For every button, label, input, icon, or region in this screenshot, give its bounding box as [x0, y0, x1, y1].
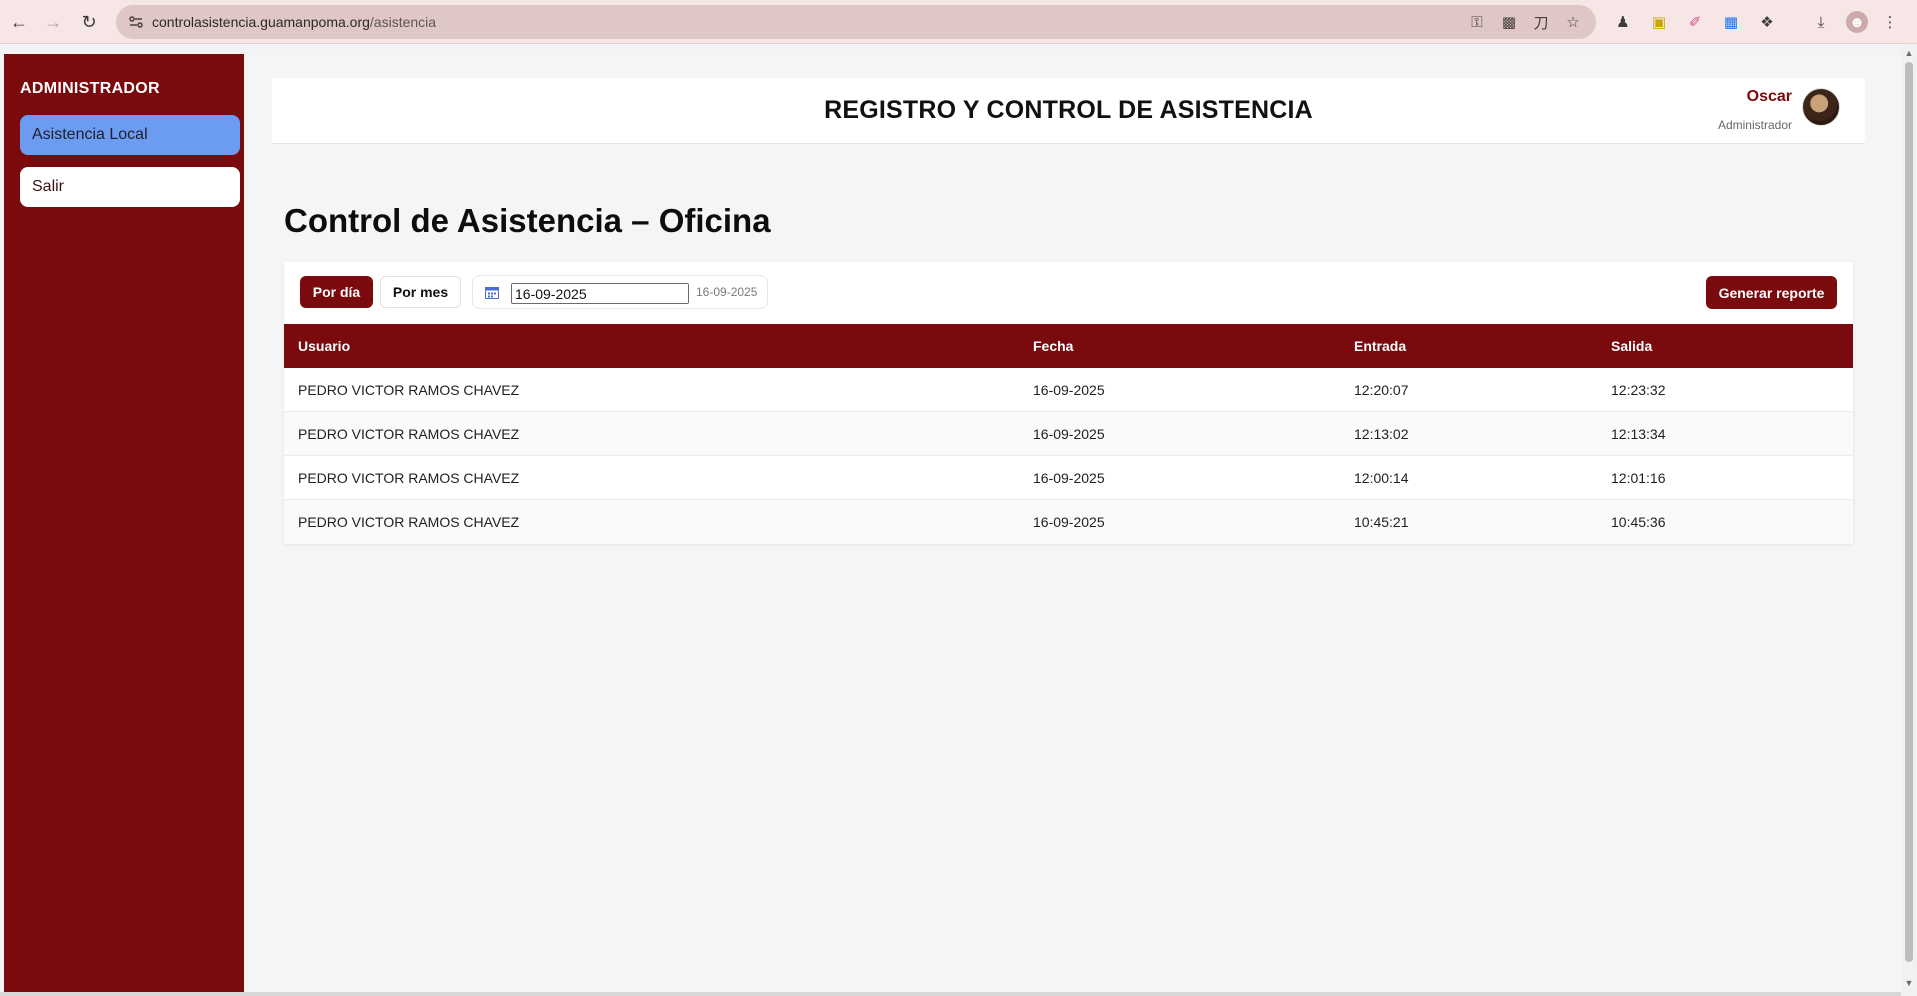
forward-icon[interactable]: →: [40, 9, 66, 35]
column-header-fecha: Fecha: [1033, 338, 1074, 354]
star-icon[interactable]: ☆: [1564, 13, 1582, 31]
url-text[interactable]: controlasistencia.guamanpoma.org/asisten…: [152, 14, 436, 30]
generar-reporte-button[interactable]: Generar reporte: [1706, 276, 1837, 309]
date-hint: 16-09-2025: [696, 285, 758, 299]
user-role: Administrador: [1717, 118, 1792, 132]
sidebar-item-asistencia-local[interactable]: Asistencia Local: [20, 115, 240, 155]
cell-entrada: 10:45:21: [1354, 514, 1409, 530]
back-icon[interactable]: ←: [6, 9, 32, 35]
sidebar-item-label: Asistencia Local: [32, 126, 148, 143]
table-header: Usuario Fecha Entrada Salida: [284, 324, 1853, 368]
scroll-down-icon[interactable]: ▼: [1904, 978, 1914, 988]
key-icon[interactable]: ⚿: [1468, 13, 1486, 31]
cell-entrada: 12:00:14: [1354, 470, 1409, 486]
cell-salida: 12:01:16: [1611, 470, 1666, 486]
table-row: PEDRO VICTOR RAMOS CHAVEZ 16-09-2025 12:…: [284, 412, 1853, 456]
cell-salida: 12:13:34: [1611, 426, 1666, 442]
browser-toolbar: ← → ↻ controlasistencia.guamanpoma.org/a…: [0, 0, 1917, 44]
por-dia-button[interactable]: Por día: [300, 276, 373, 308]
horizontal-scrollbar: [0, 992, 1901, 996]
reload-icon[interactable]: ↻: [76, 9, 102, 35]
calendar-icon: [485, 287, 499, 299]
page-title: Control de Asistencia – Oficina: [284, 202, 771, 239]
extension-2-icon[interactable]: ▣: [1648, 11, 1670, 33]
column-header-entrada: Entrada: [1354, 338, 1407, 354]
table-row: PEDRO VICTOR RAMOS CHAVEZ 16-09-2025 12:…: [284, 368, 1853, 412]
downloads-icon[interactable]: ⤓: [1810, 11, 1832, 33]
install-icon[interactable]: ▩: [1500, 13, 1518, 31]
translate-icon[interactable]: 刀: [1532, 13, 1550, 32]
attendance-card: Por día Por mes 16-09-2025 Generar repor…: [284, 262, 1853, 544]
cell-fecha: 16-09-2025: [1033, 470, 1105, 486]
extension-1-icon[interactable]: ♟: [1612, 11, 1634, 33]
sidebar: ADMINISTRADOR Asistencia Local Salir: [4, 54, 244, 992]
cell-fecha: 16-09-2025: [1033, 382, 1105, 398]
user-name[interactable]: Oscar: [1747, 88, 1792, 106]
app-title: REGISTRO Y CONTROL DE ASISTENCIA: [824, 96, 1313, 124]
cell-fecha: 16-09-2025: [1033, 514, 1105, 530]
header: REGISTRO Y CONTROL DE ASISTENCIA Oscar A…: [272, 78, 1865, 144]
extensions-icon[interactable]: ❖: [1756, 11, 1778, 33]
cell-salida: 10:45:36: [1611, 514, 1666, 530]
cell-usuario: PEDRO VICTOR RAMOS CHAVEZ: [298, 514, 520, 530]
sidebar-item-label: Salir: [32, 178, 65, 195]
scrollbar-thumb[interactable]: [1905, 62, 1913, 962]
url-domain: controlasistencia.guamanpoma.org: [152, 14, 370, 30]
date-input[interactable]: [511, 283, 689, 304]
menu-icon[interactable]: ⋮: [1882, 11, 1898, 33]
filter-toolbar: Por día Por mes 16-09-2025 Generar repor…: [284, 262, 1853, 324]
url-path: /asistencia: [369, 14, 437, 30]
scroll-up-icon[interactable]: ▲: [1904, 48, 1914, 58]
extension-3-icon[interactable]: ✐: [1684, 11, 1706, 33]
date-filter: 16-09-2025: [472, 275, 768, 309]
cell-usuario: PEDRO VICTOR RAMOS CHAVEZ: [298, 426, 520, 442]
extension-4-icon[interactable]: ▦: [1720, 11, 1742, 33]
cell-fecha: 16-09-2025: [1033, 426, 1105, 442]
cell-entrada: 12:20:07: [1354, 382, 1409, 398]
address-bar[interactable]: controlasistencia.guamanpoma.org/asisten…: [116, 5, 1596, 39]
cell-entrada: 12:13:02: [1354, 426, 1409, 442]
table-row: PEDRO VICTOR RAMOS CHAVEZ 16-09-2025 12:…: [284, 456, 1853, 500]
main-content: REGISTRO Y CONTROL DE ASISTENCIA Oscar A…: [244, 54, 1901, 992]
vertical-scrollbar[interactable]: ▲ ▼: [1901, 44, 1917, 996]
por-mes-button[interactable]: Por mes: [380, 276, 461, 308]
column-header-salida: Salida: [1611, 338, 1653, 354]
column-header-usuario: Usuario: [298, 338, 351, 354]
cell-usuario: PEDRO VICTOR RAMOS CHAVEZ: [298, 382, 520, 398]
sidebar-title: ADMINISTRADOR: [20, 80, 160, 97]
avatar[interactable]: [1802, 88, 1840, 126]
sidebar-item-salir[interactable]: Salir: [20, 167, 240, 207]
cell-salida: 12:23:32: [1611, 382, 1666, 398]
cell-usuario: PEDRO VICTOR RAMOS CHAVEZ: [298, 470, 520, 486]
table-row: PEDRO VICTOR RAMOS CHAVEZ 16-09-2025 10:…: [284, 500, 1853, 544]
site-info-icon[interactable]: [128, 14, 144, 30]
profile-icon[interactable]: ☻: [1846, 11, 1868, 33]
